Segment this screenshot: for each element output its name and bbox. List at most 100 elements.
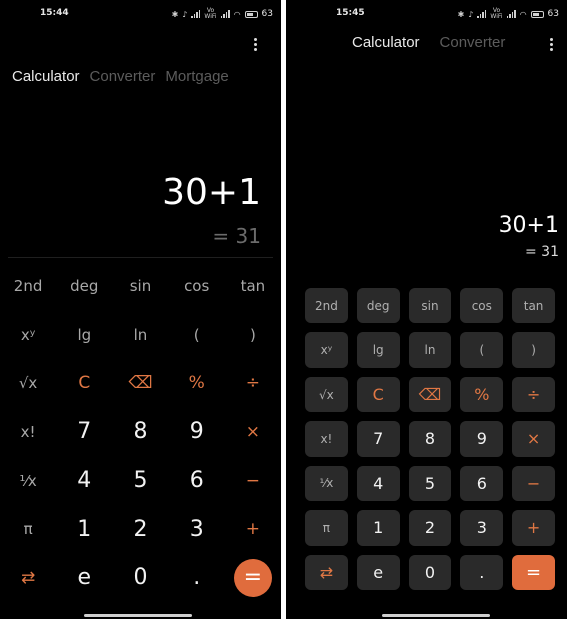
digit-1-key[interactable]: 1 <box>356 510 400 546</box>
equals-label: = <box>233 558 272 597</box>
multiply-key[interactable]: × <box>512 421 555 457</box>
digit-6-key[interactable]: 6 <box>169 456 225 505</box>
digit-2-key[interactable]: 2 <box>408 510 452 546</box>
vowifi-icon: Vo WiFi <box>204 7 217 20</box>
power-key[interactable]: xʸ <box>0 311 56 360</box>
second-function-key[interactable]: 2nd <box>0 262 56 311</box>
backspace-icon[interactable]: ⌫ <box>408 376 452 413</box>
backspace-icon[interactable]: ⌫ <box>112 359 168 408</box>
status-time: 15:44 <box>40 8 69 18</box>
factorial-key[interactable]: x! <box>305 421 348 457</box>
cos-key[interactable]: cos <box>460 288 504 324</box>
log-key[interactable]: lg <box>356 332 400 368</box>
multiply-key[interactable]: × <box>225 408 281 457</box>
equals-button[interactable]: = <box>225 553 281 602</box>
keypad: 2nd deg sin cos tan xʸ lg ln() √x C ⌫% ÷ x! 7 8 9 × ¹⁄x 4 5… <box>305 288 555 590</box>
sqrt-key[interactable]: √x <box>0 359 56 408</box>
more-options-icon[interactable] <box>541 34 561 54</box>
digit-9-key[interactable]: 9 <box>169 408 225 457</box>
minus-key[interactable]: − <box>512 465 555 502</box>
decimal-key[interactable]: . <box>460 554 504 590</box>
tab-converter[interactable]: Converter <box>440 34 506 51</box>
degree-mode-key[interactable]: deg <box>56 262 112 311</box>
tab-calculator[interactable]: Calculator <box>12 68 80 85</box>
clear-key[interactable]: C <box>356 376 400 413</box>
sin-key[interactable]: sin <box>112 262 168 311</box>
battery-icon <box>244 10 258 18</box>
factorial-key[interactable]: x! <box>0 408 56 457</box>
close-paren-key[interactable]: ) <box>225 311 281 360</box>
signal-icon <box>506 10 516 18</box>
euler-key[interactable]: e <box>56 553 112 602</box>
digit-4-key[interactable]: 4 <box>56 456 112 505</box>
divide-key[interactable]: ÷ <box>512 376 555 413</box>
open-paren-key[interactable]: ( <box>169 311 225 360</box>
battery-level: 63 <box>547 9 559 19</box>
signal-icon <box>220 10 230 18</box>
digit-7-key[interactable]: 7 <box>56 408 112 457</box>
power-key[interactable]: xʸ <box>305 332 348 368</box>
degree-mode-key[interactable]: deg <box>356 288 400 324</box>
reciprocal-key[interactable]: ¹⁄x <box>305 465 348 502</box>
plus-key[interactable]: + <box>512 510 555 546</box>
clear-key[interactable]: C <box>56 359 112 408</box>
sin-key[interactable]: sin <box>408 288 452 324</box>
status-bar: 15:45 ✱ ♪ Vo WiFi ◠ 63 <box>286 8 567 22</box>
status-bar: 15:44 ✱ ♪ Vo WiFi ◠ 63 <box>0 8 281 22</box>
percent-key[interactable]: % <box>460 376 504 413</box>
left-phone-screen: 15:44 ✱ ♪ Vo WiFi ◠ 63 Calculator Convert… <box>0 0 281 619</box>
digit-0-key[interactable]: 0 <box>408 554 452 590</box>
percent-key[interactable]: % <box>169 359 225 408</box>
equals-button[interactable]: = <box>512 554 555 590</box>
home-indicator[interactable] <box>84 614 192 617</box>
expression-display: 30+1 <box>162 172 261 213</box>
plus-key[interactable]: + <box>225 505 281 554</box>
pi-key[interactable]: π <box>305 510 348 546</box>
second-function-key[interactable]: 2nd <box>305 288 348 324</box>
digit-0-key[interactable]: 0 <box>112 553 168 602</box>
mode-tabs: Calculator Converter Mortgage <box>12 68 229 85</box>
home-indicator[interactable] <box>382 614 490 617</box>
cos-key[interactable]: cos <box>169 262 225 311</box>
close-paren-key[interactable]: ) <box>512 332 555 368</box>
bluetooth-icon: ✱ <box>171 9 179 19</box>
ln-key[interactable]: ln <box>408 332 452 368</box>
digit-3-key[interactable]: 3 <box>169 505 225 554</box>
battery-icon <box>530 10 544 18</box>
digit-4-key[interactable]: 4 <box>356 465 400 502</box>
digit-5-key[interactable]: 5 <box>408 465 452 502</box>
status-time: 15:45 <box>336 8 365 18</box>
decimal-key[interactable]: . <box>169 553 225 602</box>
digit-3-key[interactable]: 3 <box>460 510 504 546</box>
euler-key[interactable]: e <box>356 554 400 590</box>
digit-8-key[interactable]: 8 <box>112 408 168 457</box>
tab-calculator[interactable]: Calculator <box>352 34 420 51</box>
vowifi-icon: Vo WiFi <box>490 7 503 20</box>
digit-2-key[interactable]: 2 <box>112 505 168 554</box>
digit-9-key[interactable]: 9 <box>460 421 504 457</box>
digit-7-key[interactable]: 7 <box>356 421 400 457</box>
tab-converter[interactable]: Converter <box>90 68 156 85</box>
result-display: = 31 <box>212 224 261 248</box>
digit-6-key[interactable]: 6 <box>460 465 504 502</box>
sqrt-key[interactable]: √x <box>305 376 348 413</box>
minus-key[interactable]: − <box>225 456 281 505</box>
digit-5-key[interactable]: 5 <box>112 456 168 505</box>
digit-8-key[interactable]: 8 <box>408 421 452 457</box>
pi-key[interactable]: π <box>0 505 56 554</box>
switch-mode-icon[interactable]: ⇄ <box>305 554 348 590</box>
mute-icon: ♪ <box>182 9 188 19</box>
more-options-icon[interactable] <box>245 34 265 54</box>
open-paren-key[interactable]: ( <box>460 332 504 368</box>
right-phone-screen: 15:45 ✱ ♪ Vo WiFi ◠ 63 Calculator Convert… <box>286 0 567 619</box>
ln-key[interactable]: ln <box>112 311 168 360</box>
keypad: 2nd deg sin cos tan xʸ lg ln() √x C ⌫% ÷ x! 7 8 9 × ¹⁄x 4 5… <box>0 262 281 602</box>
reciprocal-key[interactable]: ¹⁄x <box>0 456 56 505</box>
tan-key[interactable]: tan <box>225 262 281 311</box>
divide-key[interactable]: ÷ <box>225 359 281 408</box>
log-key[interactable]: lg <box>56 311 112 360</box>
tan-key[interactable]: tan <box>512 288 555 324</box>
digit-1-key[interactable]: 1 <box>56 505 112 554</box>
tab-mortgage[interactable]: Mortgage <box>165 68 228 85</box>
switch-mode-icon[interactable]: ⇄ <box>0 553 56 602</box>
